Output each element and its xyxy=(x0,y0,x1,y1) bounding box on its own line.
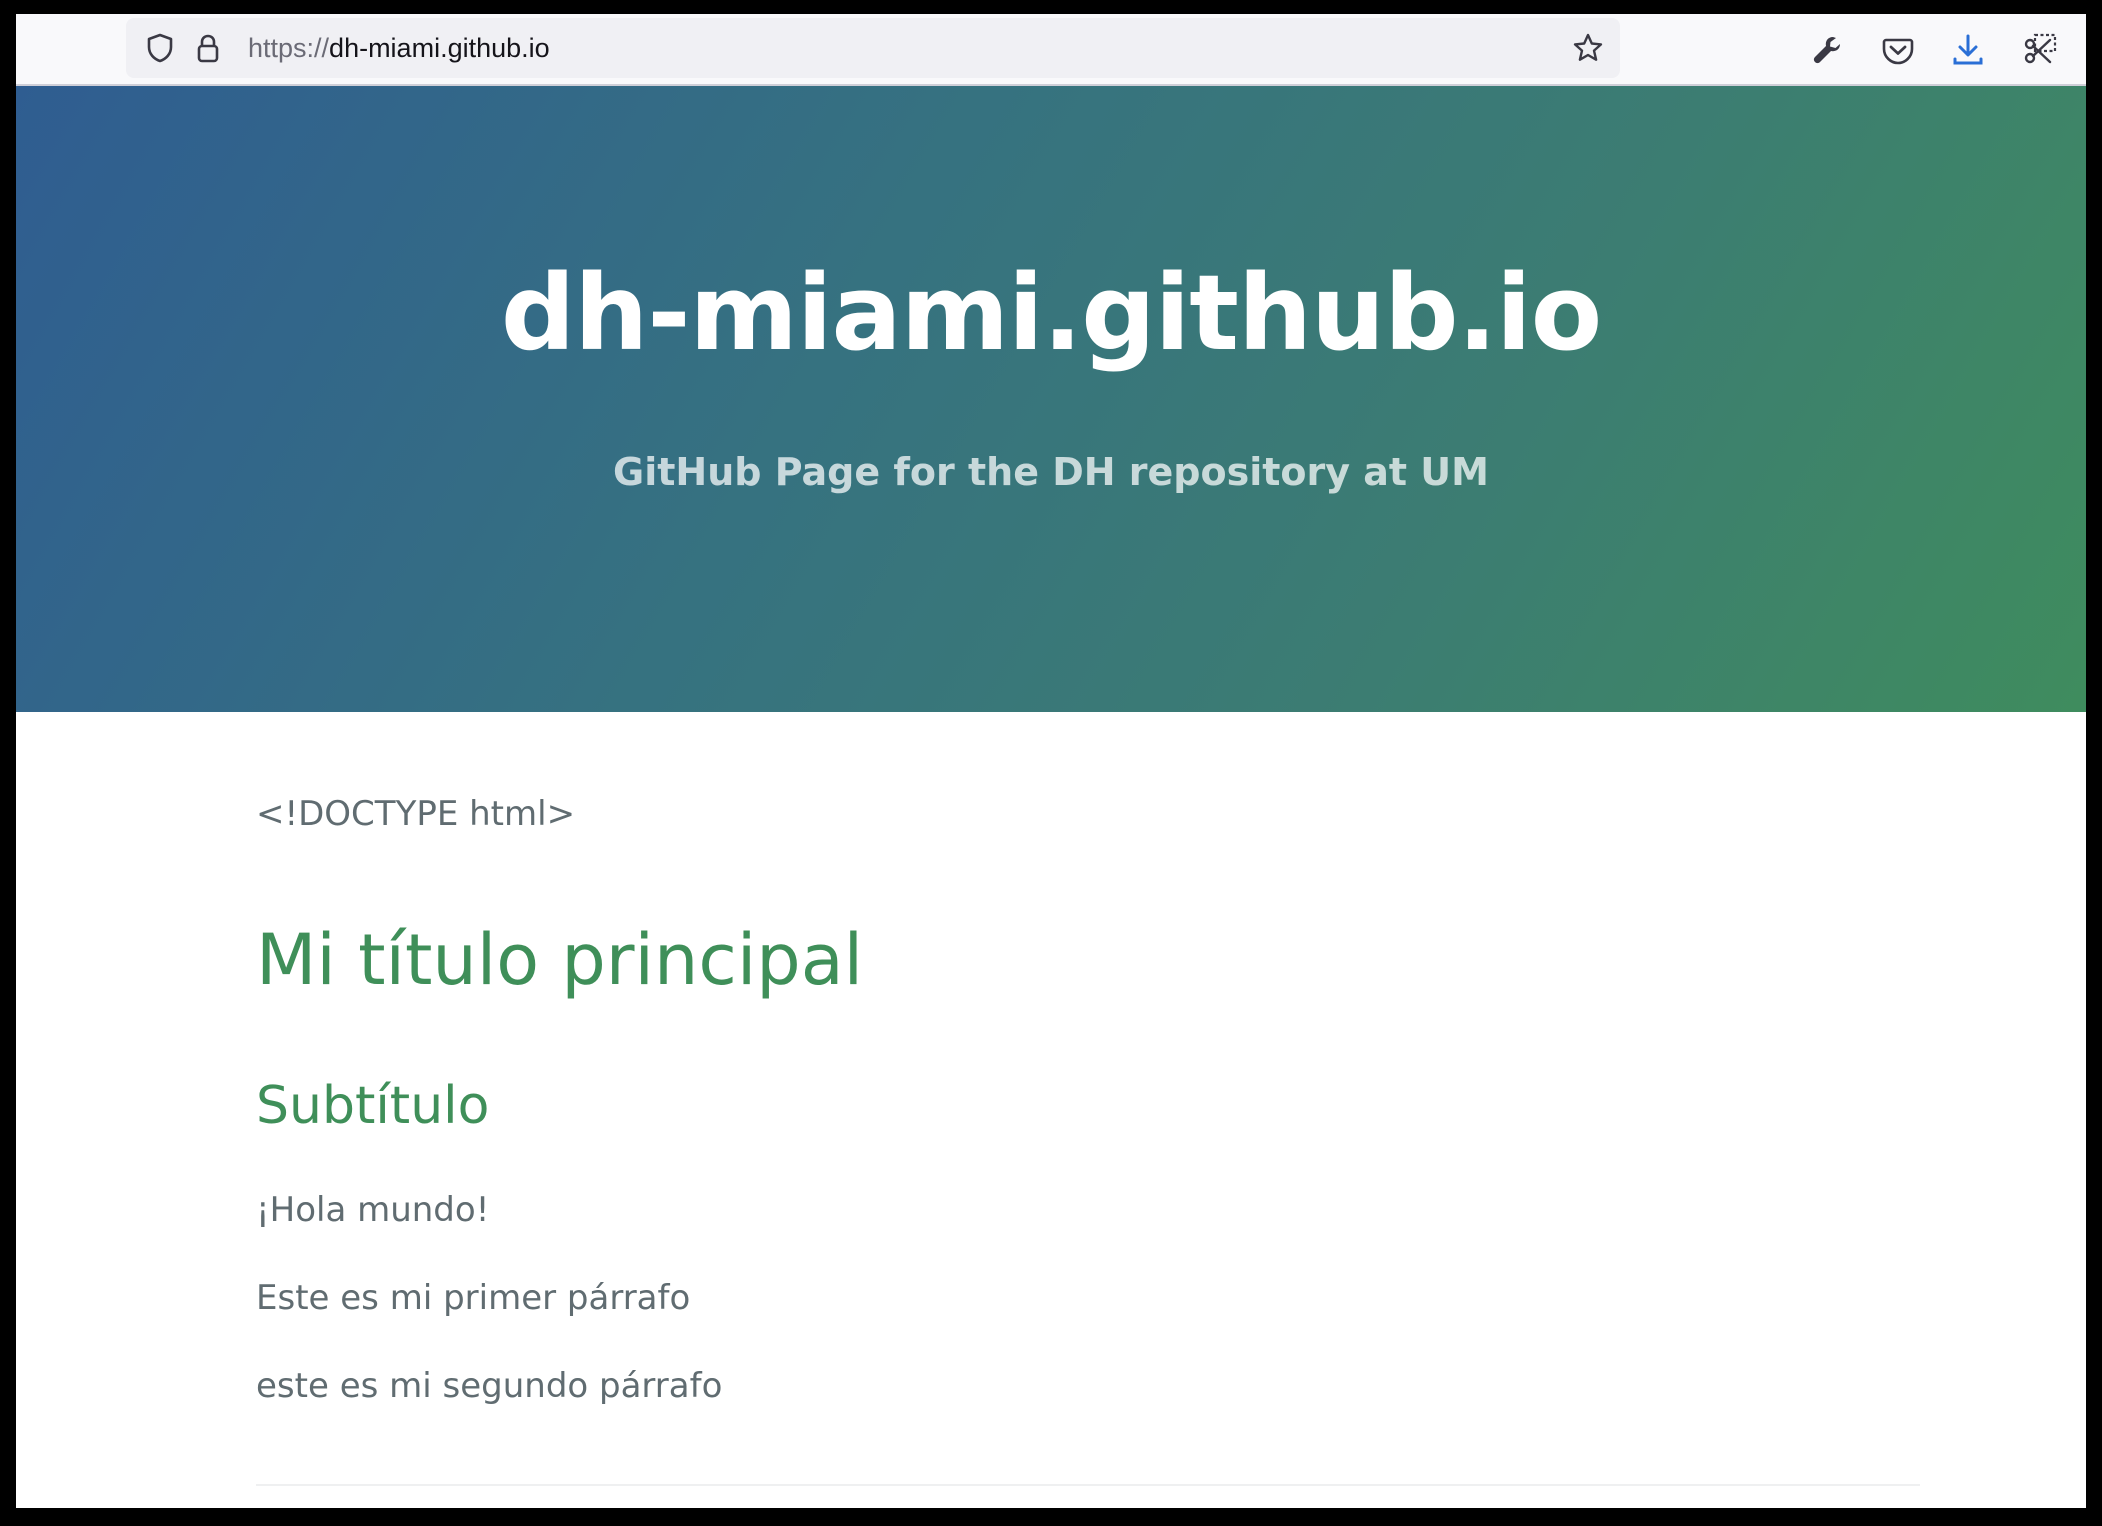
url-text[interactable]: https://dh-miami.github.io xyxy=(248,32,550,64)
main-heading: Mi título principal xyxy=(256,919,864,1001)
download-icon[interactable] xyxy=(1950,32,1986,68)
paragraph-second: este es mi segundo párrafo xyxy=(256,1366,723,1406)
footer-divider xyxy=(256,1484,1920,1486)
project-tagline: GitHub Page for the DH repository at UM xyxy=(613,450,1489,494)
url-host: dh-miami.github.io xyxy=(329,33,550,63)
page-header: dh-miami.github.io GitHub Page for the D… xyxy=(16,86,2086,712)
url-scheme: https:// xyxy=(248,33,330,63)
subheading: Subtítulo xyxy=(256,1076,490,1136)
address-bar[interactable]: https://dh-miami.github.io xyxy=(126,18,1620,78)
shield-icon[interactable] xyxy=(144,32,176,64)
project-name: dh-miami.github.io xyxy=(500,252,1602,374)
screenshot-icon[interactable] xyxy=(2022,32,2058,68)
pocket-icon[interactable] xyxy=(1880,32,1916,68)
paragraph-hello: ¡Hola mundo! xyxy=(256,1190,490,1230)
lock-icon[interactable] xyxy=(192,32,224,64)
browser-toolbar: https://dh-miami.github.io xyxy=(16,14,2086,86)
paragraph-first: Este es mi primer párrafo xyxy=(256,1278,691,1318)
star-icon[interactable] xyxy=(1572,32,1604,64)
wrench-icon[interactable] xyxy=(1810,32,1846,68)
browser-window: https://dh-miami.github.io dh-miami.gith… xyxy=(16,14,2086,1508)
doctype-text: <!DOCTYPE html> xyxy=(256,794,576,834)
